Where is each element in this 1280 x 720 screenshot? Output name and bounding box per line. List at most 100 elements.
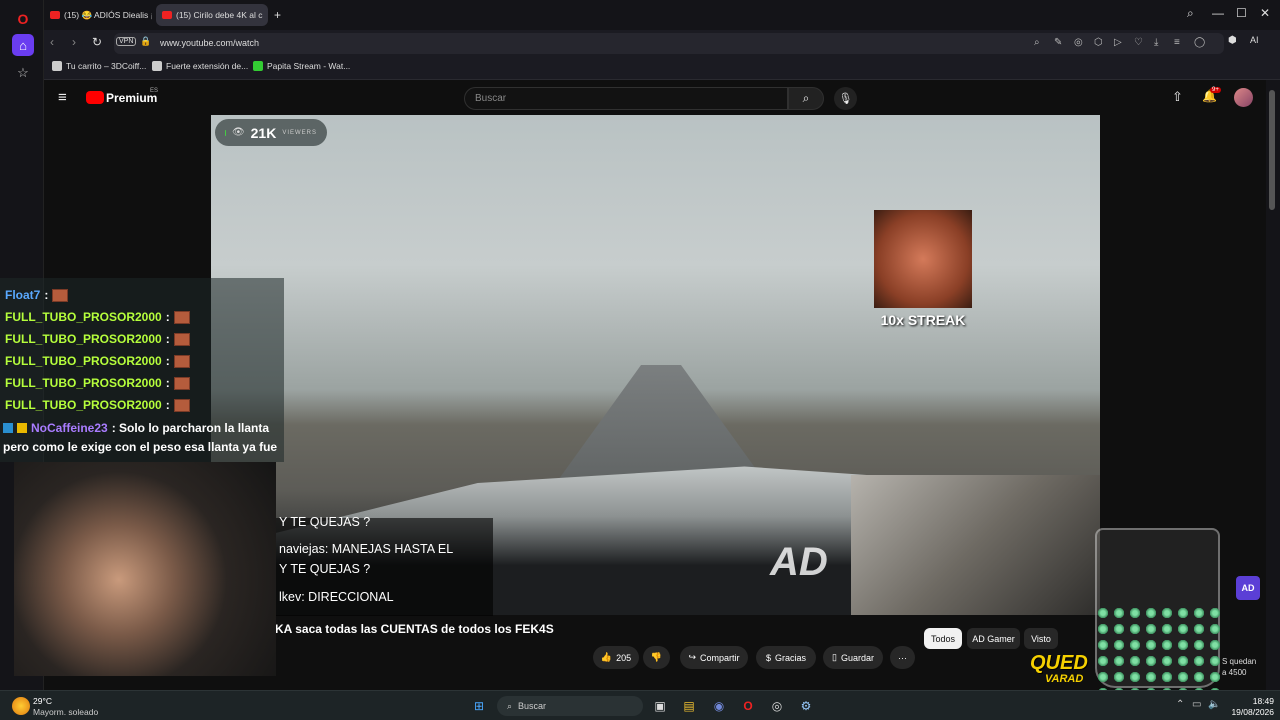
tab-2-active[interactable]: (15) Cirilo debe 4K al c — [156, 4, 268, 26]
share-button[interactable]: ↪ Compartir — [680, 646, 748, 669]
settings-gear-icon[interactable]: ⚙ — [798, 698, 814, 714]
weather-temp[interactable]: 29°C — [33, 696, 52, 706]
dislike-button[interactable]: 👎 — [643, 646, 670, 669]
chevron-up-icon[interactable]: ⌃ — [1176, 699, 1184, 710]
vpn-badge[interactable]: VPN — [116, 37, 137, 46]
thanks-button[interactable]: $ Gracias — [756, 646, 816, 669]
download-icon[interactable]: ⤓ — [1154, 37, 1158, 48]
video-chat-overlay: Y TE QUEJAS ? naviejas: MANEJAS HASTA EL… — [275, 515, 493, 616]
like-button[interactable]: 👍 205 — [593, 646, 639, 669]
opera-icon[interactable]: O — [740, 698, 756, 714]
chat-line: FULL_TUBO_PROSOR2000: — [5, 376, 190, 390]
bookmarks-bar: Tu carrito – 3DCoiff... Fuerte extensión… — [44, 56, 1280, 80]
gummy-bears-overlay — [1095, 605, 1220, 690]
eye-icon: 👁 — [231, 127, 245, 138]
viewer-count: 21K — [250, 124, 277, 141]
tab-title: (15) Cirilo debe 4K al c — [176, 10, 263, 20]
save-label: Guardar — [840, 652, 874, 663]
chip-visto[interactable]: Visto — [1024, 628, 1058, 649]
side-text-line: a 4500 — [1222, 668, 1247, 677]
save-button[interactable]: ▯ Guardar — [823, 646, 883, 669]
scrollbar-thumb[interactable] — [1269, 90, 1275, 210]
avatar[interactable] — [1234, 88, 1253, 107]
channel-badge-icon[interactable]: AD — [1236, 576, 1260, 600]
search-button[interactable]: ⌕ — [788, 87, 824, 110]
chip-ad-gamer[interactable]: AD Gamer — [967, 628, 1020, 649]
minimize-icon[interactable]: — — [1212, 6, 1224, 20]
chat-line: Float7: — [5, 288, 69, 302]
chat-username: Float7 — [5, 288, 41, 302]
share-label: Compartir — [700, 652, 740, 663]
reload-icon[interactable]: ↻ — [92, 35, 102, 49]
chat-line: FULL_TUBO_PROSOR2000: — [5, 398, 190, 412]
heart-icon[interactable]: ♡ — [1134, 37, 1143, 48]
obs-icon[interactable]: ◎ — [769, 698, 785, 714]
weather-sun-icon[interactable] — [12, 697, 30, 715]
menu-icon[interactable]: ≡ — [1174, 37, 1180, 48]
streak-label: 10x STREAK — [880, 312, 966, 328]
search-icon[interactable]: ⌕ — [1187, 6, 1194, 21]
more-actions-button[interactable]: ··· — [890, 646, 915, 669]
video-chat-line: naviejas: MANEJAS HASTA EL — [279, 542, 454, 556]
camera-icon[interactable]: ◎ — [1074, 37, 1083, 48]
bookmark-2[interactable]: Fuerte extensión de... — [152, 61, 248, 71]
discord-icon[interactable]: ◉ — [711, 698, 727, 714]
chip-todos[interactable]: Todos — [924, 628, 962, 649]
chat-username: FULL_TUBO_PROSOR2000 — [5, 332, 162, 346]
bookmark-favicon-icon — [152, 61, 162, 71]
emote-icon — [173, 354, 190, 368]
opera-logo-icon[interactable]: O — [12, 8, 34, 30]
file-explorer-icon[interactable]: ▤ — [681, 698, 697, 714]
shield-icon[interactable]: ⬡ — [1094, 37, 1103, 48]
play-icon[interactable]: ▷ — [1114, 37, 1122, 48]
region-code: ES — [150, 88, 159, 94]
bookmark-favicon-icon — [52, 61, 62, 71]
profile-icon[interactable]: ◯ — [1194, 37, 1205, 48]
clock-time[interactable]: 18:49 — [1226, 696, 1274, 706]
url-bar[interactable]: VPN 🔒 www.youtube.com/watch ⌕ ✎ ◎ ⬡ ▷ ♡ … — [114, 33, 1224, 54]
bookmark-3[interactable]: Papita Stream - Wat... — [253, 61, 350, 71]
taskbar-search-label: Buscar — [518, 701, 547, 711]
tab-1[interactable]: (15) 😂 ADIÓS Diealis ¡FE — [44, 4, 152, 26]
edit-icon[interactable]: ✎ — [1054, 37, 1062, 48]
live-dot-icon — [225, 129, 226, 136]
zoom-icon[interactable]: ⌕ — [1034, 37, 1040, 48]
battery-icon[interactable]: ▭ — [1192, 699, 1201, 710]
bookmark-label: Fuerte extensión de... — [166, 61, 249, 71]
youtube-header: ≡ Premium ES Buscar ⌕ 🎙 ⇧ 🔔 9+ — [44, 80, 1266, 116]
weather-desc[interactable]: Mayorm. soleado — [33, 707, 98, 717]
stream-chat-overlay: Float7: FULL_TUBO_PROSOR2000: FULL_TUBO_… — [0, 278, 284, 462]
search-input[interactable]: Buscar — [464, 87, 788, 110]
chat-username: FULL_TUBO_PROSOR2000 — [5, 376, 162, 390]
windows-start-icon[interactable]: ⊞ — [471, 698, 487, 714]
star-icon[interactable]: ☆ — [12, 62, 34, 84]
url-text[interactable]: www.youtube.com/watch — [160, 38, 259, 48]
maximize-icon[interactable]: ☐ — [1236, 6, 1247, 20]
chat-message: : Solo lo parcharon la llanta — [111, 421, 270, 435]
back-icon[interactable]: ‹ — [50, 35, 54, 49]
emote-icon — [173, 376, 190, 390]
upload-icon[interactable]: ⇧ — [1172, 89, 1183, 105]
ai-button[interactable]: AI — [1250, 35, 1259, 45]
streak-emote-image — [874, 210, 972, 308]
hamburger-menu-icon[interactable]: ≡ — [58, 89, 67, 106]
speaker-icon[interactable]: 🔈 — [1208, 699, 1220, 710]
youtube-logo-icon[interactable] — [86, 91, 104, 104]
bookmark-1[interactable]: Tu carrito – 3DCoiff... — [52, 61, 146, 71]
chat-username: FULL_TUBO_PROSOR2000 — [5, 398, 162, 412]
video-caption: KA saca todas las CUENTAS de todos los F… — [275, 622, 554, 636]
close-icon[interactable]: ✕ — [1260, 6, 1270, 20]
task-view-icon[interactable]: ▣ — [652, 698, 668, 714]
taskbar-search[interactable]: ⌕ Buscar — [497, 696, 643, 716]
home-icon[interactable]: ⌂ — [12, 34, 34, 56]
new-tab-button[interactable]: + — [270, 4, 288, 26]
forward-icon[interactable]: › — [72, 35, 76, 49]
ai-label: AI — [1250, 35, 1259, 45]
extensions-icon[interactable]: ⬢ — [1228, 35, 1237, 46]
side-text: S quedan a 4500 — [1222, 656, 1256, 678]
scrollbar[interactable] — [1266, 80, 1280, 690]
microphone-icon[interactable]: 🎙 — [834, 87, 857, 110]
clock-date[interactable]: 19/08/2026 — [1226, 707, 1274, 717]
thumbs-down-icon: 👎 — [650, 652, 663, 662]
notification-badge: 9+ — [1210, 87, 1221, 93]
